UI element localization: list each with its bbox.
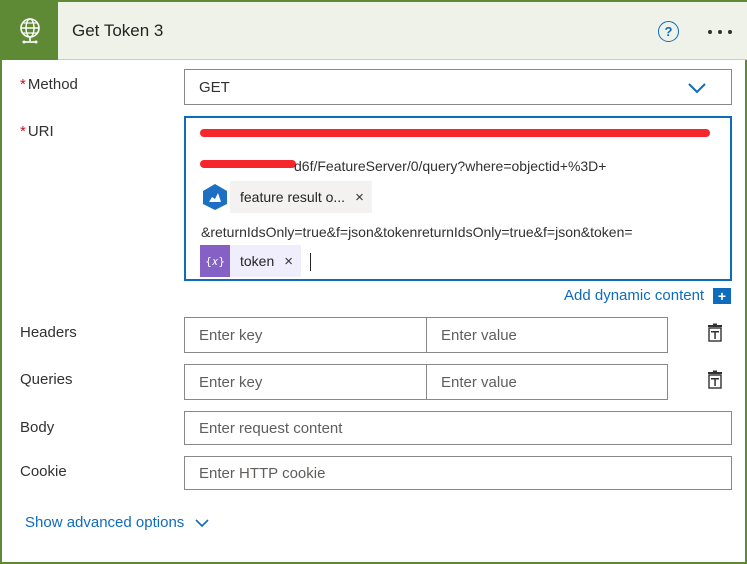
uri-text-line: &returnIdsOnly=true&f=json&tokenreturnId… [201, 224, 633, 240]
svg-text:{𝑥}: {𝑥} [205, 255, 225, 268]
method-value: GET [199, 78, 230, 96]
chevron-down-icon [195, 518, 209, 527]
header-key-input[interactable]: Enter key [184, 317, 427, 353]
action-icon-box [2, 2, 58, 60]
query-key-input[interactable]: Enter key [184, 364, 427, 400]
cookie-input[interactable]: Enter HTTP cookie [184, 456, 732, 490]
uri-input[interactable]: d6f/FeatureServer/0/query?where=objectid… [184, 116, 732, 281]
help-button[interactable]: ? [658, 21, 679, 42]
more-options-button[interactable] [705, 20, 735, 44]
add-dynamic-content-link[interactable]: Add dynamic content [564, 287, 704, 304]
remove-token-button[interactable]: × [284, 253, 293, 270]
remove-token-button[interactable]: × [355, 189, 364, 206]
token-chip-label: token [240, 253, 275, 269]
redacted-url-segment [200, 160, 296, 168]
token-chip-label: feature result o... [240, 189, 346, 205]
cookie-label: Cookie [20, 463, 67, 480]
action-header[interactable]: Get Token 3 ? [2, 0, 747, 60]
globe-icon [20, 18, 40, 44]
more-options-icon [708, 30, 712, 34]
dynamic-token-feature-result[interactable]: feature result o... × [200, 181, 372, 213]
headers-label: Headers [20, 324, 77, 341]
query-value-input[interactable]: Enter value [426, 364, 668, 400]
show-advanced-options-link[interactable]: Show advanced options [25, 514, 210, 531]
delete-icon[interactable] [705, 370, 725, 390]
text-caret [310, 253, 311, 271]
action-title[interactable]: Get Token 3 [72, 21, 163, 41]
body-input[interactable]: Enter request content [184, 411, 732, 445]
redacted-url-segment [200, 129, 710, 137]
dynamic-token-token[interactable]: {𝑥} token × [200, 245, 302, 277]
action-card: Get Token 3 ? * Method GET * URI d6f/Featu… [0, 0, 747, 564]
uri-text-line: d6f/FeatureServer/0/query?where=objectid… [294, 158, 607, 174]
delete-icon[interactable] [705, 323, 725, 343]
arcgis-icon [203, 184, 227, 210]
uri-label: * URI [20, 123, 54, 140]
header-value-input[interactable]: Enter value [426, 317, 668, 353]
queries-label: Queries [20, 371, 73, 388]
expression-icon: {𝑥} [205, 255, 225, 268]
method-label: * Method [20, 76, 78, 93]
chevron-down-icon [688, 83, 706, 94]
add-dynamic-content-button[interactable]: + [713, 288, 731, 304]
method-dropdown[interactable]: GET [184, 69, 732, 105]
body-label: Body [20, 419, 55, 436]
